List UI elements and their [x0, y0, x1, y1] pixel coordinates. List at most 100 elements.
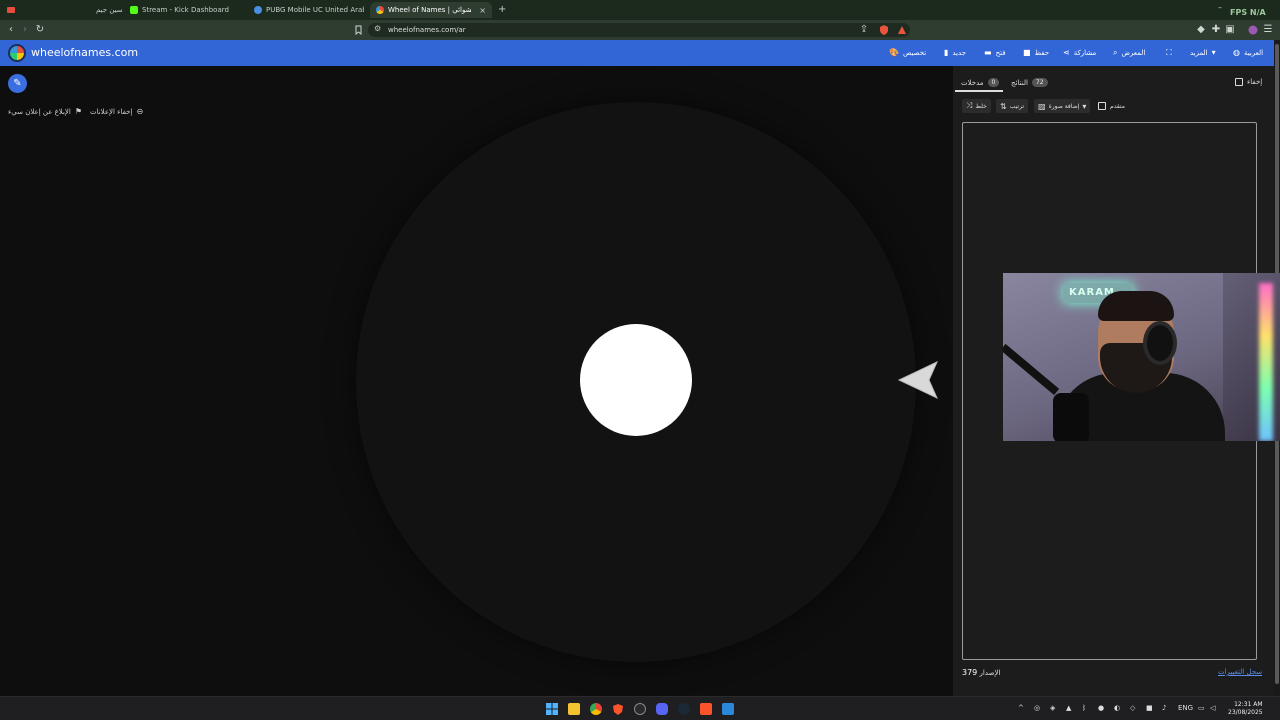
- version-info: 379 الإصدار: [962, 668, 1000, 677]
- brave-rewards-icon[interactable]: [896, 24, 908, 36]
- browser-tab-sin-jim[interactable]: سين جيم: [96, 2, 126, 18]
- browser-tab-kick-dashboard[interactable]: Stream - Kick Dashboard: [130, 2, 245, 18]
- start-menu-icon[interactable]: [546, 703, 558, 715]
- obs-icon[interactable]: [634, 703, 646, 715]
- save-button[interactable]: ■ حفظ: [1023, 48, 1049, 57]
- edit-pencil-button[interactable]: ✎: [8, 74, 27, 93]
- tab-entries[interactable]: مدخلات 0: [961, 78, 1000, 87]
- sort-button[interactable]: ⇅ ترتيب: [996, 99, 1029, 113]
- bookmark-icon[interactable]: [352, 24, 364, 36]
- new-button[interactable]: ▮ جديد: [944, 48, 966, 57]
- extension-icon[interactable]: ◆: [1195, 24, 1207, 36]
- tray-defender-icon[interactable]: ◇: [1130, 704, 1135, 712]
- tray-overflow-icon[interactable]: ^: [1018, 704, 1024, 712]
- version-label: الإصدار: [979, 669, 1001, 677]
- fps-counter: FPS N/A: [1230, 8, 1266, 17]
- tray-nvidia-icon[interactable]: ▲: [1066, 704, 1071, 712]
- advanced-checkbox[interactable]: [1098, 102, 1106, 110]
- notepad-icon[interactable]: [722, 703, 734, 715]
- hide-checkbox[interactable]: [1235, 78, 1243, 86]
- brave-active-icon[interactable]: [700, 703, 712, 715]
- microphone: [1053, 393, 1089, 441]
- browser-menu-icon[interactable]: ☰: [1262, 24, 1274, 36]
- browser-tab-wheel-of-names[interactable]: Wheel of Names | اسم العشوائي ×: [370, 2, 492, 18]
- wheel-logo-icon[interactable]: [8, 44, 26, 62]
- volume-icon[interactable]: ◁: [1210, 704, 1215, 712]
- version-number: 379: [962, 668, 978, 677]
- advanced-toggle[interactable]: متقدم: [1094, 99, 1129, 113]
- tray-vpn-icon[interactable]: ◐: [1114, 704, 1120, 712]
- search-icon: ⌕: [1113, 48, 1118, 57]
- share-button[interactable]: ⋖ مشاركة: [1063, 48, 1096, 57]
- browser-tab-pubg-uc[interactable]: PUBG Mobile UC United Arab Emira: [254, 2, 364, 18]
- tray-discord-icon[interactable]: ●: [1098, 704, 1104, 712]
- leo-ai-icon[interactable]: [1247, 24, 1259, 36]
- more-menu-button[interactable]: المزيد ▾: [1190, 48, 1216, 57]
- microphone-tray-icon[interactable]: ♪: [1162, 704, 1166, 712]
- pubg-favicon-icon: [254, 6, 262, 14]
- address-url: wheelofnames.com/ar: [388, 26, 466, 34]
- new-tab-button[interactable]: +: [498, 4, 506, 15]
- site-header: wheelofnames.com 🎨 تخصيص ▮ جديد ▬ فتح ■ …: [0, 40, 1274, 66]
- steam-icon[interactable]: [678, 703, 690, 715]
- shuffle-button[interactable]: ⤨ خلط: [962, 99, 991, 113]
- tab-title: سين جيم: [96, 6, 123, 14]
- share-icon: ⋖: [1063, 48, 1070, 57]
- open-label: فتح: [995, 48, 1006, 57]
- network-icon[interactable]: ▭: [1198, 704, 1205, 712]
- add-image-dropdown[interactable]: ▨ إضافة صورة ▾: [1034, 99, 1091, 113]
- new-file-icon: ▮: [944, 48, 949, 57]
- minimize-window-icon[interactable]: –: [1218, 3, 1222, 12]
- kick-favicon-icon: [130, 6, 138, 14]
- file-explorer-icon[interactable]: [568, 703, 580, 715]
- bluetooth-icon[interactable]: ᛒ: [1082, 704, 1086, 712]
- new-label: جديد: [952, 48, 967, 57]
- wheel-center-hub[interactable]: [580, 324, 692, 436]
- webcam-overlay: KARAM: [1003, 273, 1280, 441]
- entries-count-badge: 0: [987, 78, 1000, 87]
- site-name[interactable]: wheelofnames.com: [31, 46, 138, 59]
- open-button[interactable]: ▬ فتح: [984, 48, 1006, 57]
- back-icon[interactable]: ‹: [5, 24, 17, 36]
- headset: [1143, 321, 1177, 365]
- caret-down-icon: ▾: [1211, 48, 1216, 57]
- report-ad-link[interactable]: الإبلاغ عن إعلان سيء ⚑: [8, 107, 82, 116]
- shuffle-label: خلط: [975, 102, 987, 110]
- brave-menu-icon[interactable]: [6, 5, 16, 15]
- hide-panel-toggle[interactable]: إخفاء: [1235, 78, 1262, 86]
- clock-time: 12:31 AM: [1234, 701, 1263, 708]
- system-clock[interactable]: 12:31 AM 23/08/2025: [1228, 701, 1263, 717]
- share-page-icon[interactable]: ⇪: [858, 24, 870, 36]
- tray-app-icon[interactable]: ◎: [1034, 704, 1040, 712]
- sort-label: ترتيب: [1009, 102, 1025, 110]
- language-button[interactable]: ◍ العربية: [1233, 48, 1263, 57]
- globe-icon: ◍: [1233, 48, 1240, 57]
- forward-icon[interactable]: ›: [19, 24, 31, 36]
- input-language[interactable]: ENG: [1178, 704, 1193, 712]
- tray-green-app-icon[interactable]: ■: [1146, 704, 1153, 712]
- disable-ads-link[interactable]: إخفاء الإعلانات ⊖: [90, 107, 143, 116]
- sort-icon: ⇅: [1000, 101, 1007, 111]
- customize-button[interactable]: 🎨 تخصيص: [889, 48, 926, 57]
- more-label: المزيد: [1190, 48, 1208, 57]
- gallery-button[interactable]: ⌕ المعرض: [1113, 48, 1145, 58]
- discord-icon[interactable]: [656, 703, 668, 715]
- save-icon: ■: [1023, 48, 1031, 57]
- changelog-link[interactable]: سجل التغييرات: [1218, 668, 1262, 676]
- site-info-icon[interactable]: ⚙: [374, 24, 381, 33]
- folder-icon: ▬: [984, 48, 992, 57]
- tab-results[interactable]: النتائج 72: [1011, 78, 1048, 87]
- tray-steam-icon[interactable]: ◈: [1050, 704, 1055, 712]
- chrome-icon[interactable]: [590, 703, 602, 715]
- fullscreen-button[interactable]: ⛶: [1166, 48, 1172, 58]
- clock-date: 23/08/2025: [1228, 709, 1263, 716]
- brave-shields-icon[interactable]: [878, 24, 890, 36]
- sidebar-toggle-icon[interactable]: ▣: [1224, 24, 1236, 36]
- address-bar[interactable]: ⚙ wheelofnames.com/ar: [368, 23, 910, 37]
- wheel-favicon-icon: [376, 6, 384, 14]
- brave-browser-icon[interactable]: [612, 703, 624, 715]
- extensions-puzzle-icon[interactable]: ✚: [1210, 24, 1222, 36]
- disable-ads-label: إخفاء الإعلانات: [90, 107, 133, 116]
- close-tab-icon[interactable]: ×: [479, 6, 486, 15]
- reload-icon[interactable]: ↻: [34, 24, 46, 36]
